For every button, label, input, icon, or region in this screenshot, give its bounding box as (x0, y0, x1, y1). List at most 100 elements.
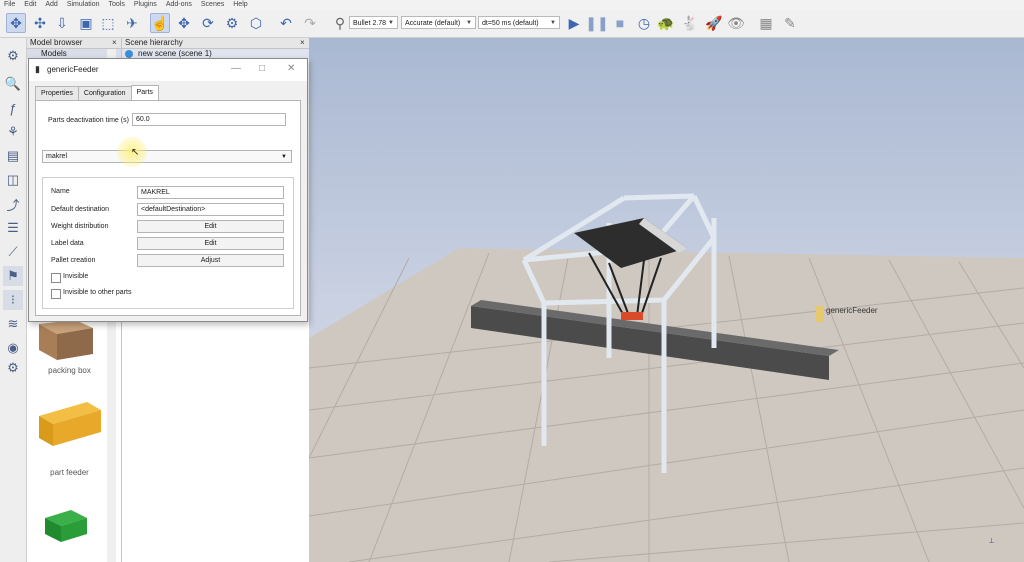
pallet-creation-label: Pallet creation (51, 257, 96, 264)
menu-edit[interactable]: Edit (24, 0, 36, 10)
visualization-icon[interactable]: 👁 (726, 13, 746, 33)
menu-simulation[interactable]: Simulation (67, 0, 100, 10)
pause-icon[interactable]: ❚❚ (585, 13, 608, 33)
minimize-icon[interactable]: — (231, 63, 241, 74)
menu-scenes[interactable]: Scenes (201, 0, 224, 10)
chevron-down-icon: ▼ (550, 20, 556, 26)
stop-icon[interactable]: ■ (610, 13, 630, 33)
parts-tab-panel: Parts deactivation time (s) 60.0 makrel … (35, 100, 301, 316)
close-icon[interactable]: × (300, 38, 305, 47)
tab-parts[interactable]: Parts (130, 85, 159, 101)
robot-arm-icon[interactable]: ⟋ (3, 242, 23, 262)
generic-feeder-label[interactable]: genericFeeder (826, 306, 878, 315)
close-icon[interactable]: ✕ (287, 63, 295, 74)
path-icon[interactable]: ⤴ (3, 194, 23, 214)
tab-configuration[interactable]: Configuration (77, 86, 132, 101)
close-icon[interactable]: × (112, 38, 117, 47)
menu-plugins[interactable]: Plugins (134, 0, 157, 10)
camera-rotate-icon[interactable]: ✣ (30, 13, 50, 33)
accuracy-value: Accurate (default) (405, 20, 461, 27)
slower-icon[interactable]: 🐢 (656, 13, 676, 33)
part-feeder-image[interactable] (35, 400, 105, 450)
camera-angle-icon[interactable]: ▣ (76, 13, 96, 33)
faster-icon[interactable]: 🐇 (680, 13, 700, 33)
stack-icon[interactable]: ≋ (3, 314, 23, 334)
axis-gizmo-icon: ⟂ (989, 536, 995, 545)
invisible-to-others-checkbox[interactable] (51, 289, 61, 299)
menu-add[interactable]: Add (45, 0, 57, 10)
gear-icon[interactable]: ⚙ (3, 46, 23, 66)
function-icon[interactable]: ƒ (3, 98, 23, 118)
humanoid-icon[interactable]: ⚑ (3, 266, 23, 286)
cogs-icon[interactable]: ⚙ (3, 358, 23, 378)
default-destination-input[interactable]: <defaultDestination> (137, 203, 284, 216)
maximize-icon[interactable]: □ (259, 63, 265, 74)
green-model-image[interactable] (41, 506, 91, 546)
settings-icon[interactable]: ✎ (780, 13, 800, 33)
physics-engine-value: Bullet 2.78 (353, 20, 387, 27)
realtime-icon[interactable]: ◷ (634, 13, 654, 33)
camera-pan-icon[interactable]: ✥ (6, 13, 26, 33)
undo-icon[interactable]: ↶ (276, 13, 296, 33)
default-destination-label: Default destination (51, 206, 109, 213)
search-icon[interactable]: 🔍 (3, 74, 23, 94)
menu-file[interactable]: File (4, 0, 15, 10)
deactivation-time-input[interactable]: 60.0 (132, 113, 286, 126)
click-select-icon[interactable]: ☝ (150, 13, 170, 33)
menu-bar: File Edit Add Simulation Tools Plugins A… (0, 0, 1024, 10)
part-select-value: makrel (46, 153, 68, 160)
thread-rendering-icon[interactable]: 🚀 (704, 13, 724, 33)
dynamics-icon[interactable]: ⚲ (330, 13, 350, 33)
camera-shift-icon[interactable]: ⇩ (52, 13, 72, 33)
script-icon[interactable]: ⁝ (3, 290, 23, 310)
pallet-creation-adjust-button[interactable]: Adjust (137, 254, 284, 267)
invisible-label: Invisible (63, 273, 89, 280)
label-data-label: Label data (51, 240, 84, 247)
scene-view-icon[interactable]: ▦ (756, 13, 776, 33)
assemble-icon[interactable]: ⚙ (222, 13, 242, 33)
page-icon[interactable]: ▤ (3, 146, 23, 166)
camera-fly-icon[interactable]: ✈ (122, 13, 142, 33)
part-name-input[interactable]: MAKREL (137, 186, 284, 199)
menu-addons[interactable]: Add-ons (166, 0, 192, 10)
label-data-edit-button[interactable]: Edit (137, 237, 284, 250)
left-toolbar: ⚙ 🔍 ƒ ⚘ ▤ ◫ ⤴ ☰ ⟋ ⚑ ⁝ ≋ ◉ ⚙ (0, 38, 27, 562)
main-toolbar: ✥ ✣ ⇩ ▣ ⬚ ✈ ☝ ✥ ⟳ ⚙ ⬡ ↶ ↷ ⚲ Bullet 2.78 … (0, 10, 1024, 38)
dialog-titlebar[interactable]: ▮ genericFeeder — □ ✕ (29, 59, 307, 81)
collision-icon[interactable]: ⚘ (3, 122, 23, 142)
model-browser-title: Model browser (27, 38, 121, 49)
list-icon[interactable]: ☰ (3, 218, 23, 238)
invisible-to-others-label: Invisible to other parts (63, 289, 132, 296)
model-caption-part-feeder: part feeder (50, 468, 89, 477)
mouse-cursor-icon: ↖ (131, 147, 140, 158)
transfer-dna-icon[interactable]: ⬡ (246, 13, 266, 33)
play-icon[interactable]: ▶ (564, 13, 584, 33)
tab-properties[interactable]: Properties (35, 86, 79, 101)
menu-help[interactable]: Help (233, 0, 247, 10)
fit-to-view-icon[interactable]: ⬚ (98, 13, 118, 33)
generic-feeder-dialog: ▮ genericFeeder — □ ✕ Properties Configu… (28, 58, 308, 322)
packing-box-image[interactable] (35, 318, 95, 362)
weight-distribution-label: Weight distribution (51, 223, 109, 230)
part-select[interactable]: makrel ▼ (42, 150, 292, 163)
invisible-checkbox[interactable] (51, 273, 61, 283)
object-shift-icon[interactable]: ✥ (174, 13, 194, 33)
name-label: Name (51, 188, 70, 195)
wheel-icon[interactable]: ◉ (3, 338, 23, 358)
chevron-down-icon: ▼ (466, 20, 472, 26)
menu-tools[interactable]: Tools (109, 0, 125, 10)
accuracy-select[interactable]: Accurate (default) ▼ (401, 16, 476, 29)
redo-icon[interactable]: ↷ (300, 13, 320, 33)
layers-icon[interactable]: ◫ (3, 170, 23, 190)
model-caption-packing-box: packing box (48, 366, 91, 375)
scene-hierarchy-title: Scene hierarchy (122, 38, 310, 49)
chevron-down-icon: ▼ (281, 154, 287, 160)
timestep-value: dt=50 ms (default) (482, 20, 539, 27)
object-rotate-icon[interactable]: ⟳ (198, 13, 218, 33)
scene-viewport[interactable]: genericFeeder ⟂ (309, 38, 1024, 562)
timestep-select[interactable]: dt=50 ms (default) ▼ (478, 16, 560, 29)
chevron-down-icon: ▼ (388, 20, 394, 26)
globe-icon (125, 50, 133, 58)
weight-distribution-edit-button[interactable]: Edit (137, 220, 284, 233)
physics-engine-select[interactable]: Bullet 2.78 ▼ (349, 16, 398, 29)
